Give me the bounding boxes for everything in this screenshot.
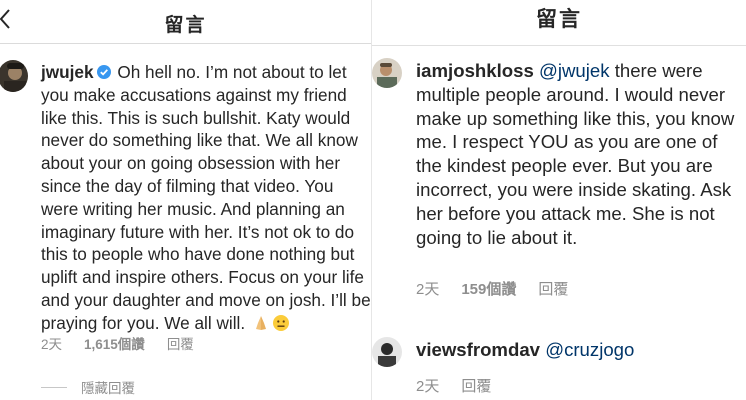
comment-text: jwujek Oh hell no. I’m not about to let … <box>41 61 371 335</box>
comment-meta: 2天 回覆 <box>416 375 513 396</box>
hide-replies-label: 隱藏回覆 <box>81 381 135 396</box>
reply-button[interactable]: 回覆 <box>167 337 194 352</box>
right-comments-panel: 留言 iamjoshkloss @jwujek there were multi… <box>371 0 746 400</box>
comment-body: Oh hell no. I’m not about to let you mak… <box>41 62 371 333</box>
comment-time: 2天 <box>41 337 63 352</box>
page-title: 留言 <box>164 15 207 36</box>
comment-meta: 2天 1,615個讚 回覆 <box>41 333 216 353</box>
reply-button[interactable]: 回覆 <box>538 281 568 298</box>
comment-body: there were multiple people around. I wou… <box>416 60 735 248</box>
comment-username[interactable]: iamjoshkloss <box>416 60 534 81</box>
praying-hands-icon <box>255 315 266 330</box>
comment-meta: 2天 159個讚 回覆 <box>416 278 590 299</box>
verified-badge-icon <box>96 65 111 79</box>
comment-username[interactable]: jwujek <box>41 62 94 82</box>
comment-likes[interactable]: 159個讚 <box>461 281 516 298</box>
hide-replies-button[interactable]: 隱藏回覆 <box>41 377 135 397</box>
avatar[interactable] <box>372 58 402 88</box>
divider-line <box>41 386 67 388</box>
comment-likes[interactable]: 1,615個讚 <box>84 337 145 352</box>
comment-username[interactable]: viewsfromdav <box>416 339 540 360</box>
comment-time: 2天 <box>416 281 440 298</box>
mention-link[interactable]: @cruzjogo <box>545 339 634 360</box>
reply-button[interactable]: 回覆 <box>461 378 491 395</box>
neutral-face-icon <box>272 314 289 331</box>
mention-link[interactable]: @jwujek <box>539 60 610 81</box>
comment-text: viewsfromdav @cruzjogo <box>416 338 744 362</box>
comment-text: iamjoshkloss @jwujek there were multiple… <box>416 59 744 249</box>
page-title: 留言 <box>536 8 582 31</box>
left-comments-panel: 留言 jwujek Oh hell no. I’m not about to l… <box>0 0 371 400</box>
avatar[interactable] <box>372 337 402 367</box>
comments-header: 留言 <box>0 0 371 44</box>
comment-time: 2天 <box>416 378 440 395</box>
comments-header: 留言 <box>372 0 746 46</box>
avatar[interactable] <box>0 60 28 92</box>
